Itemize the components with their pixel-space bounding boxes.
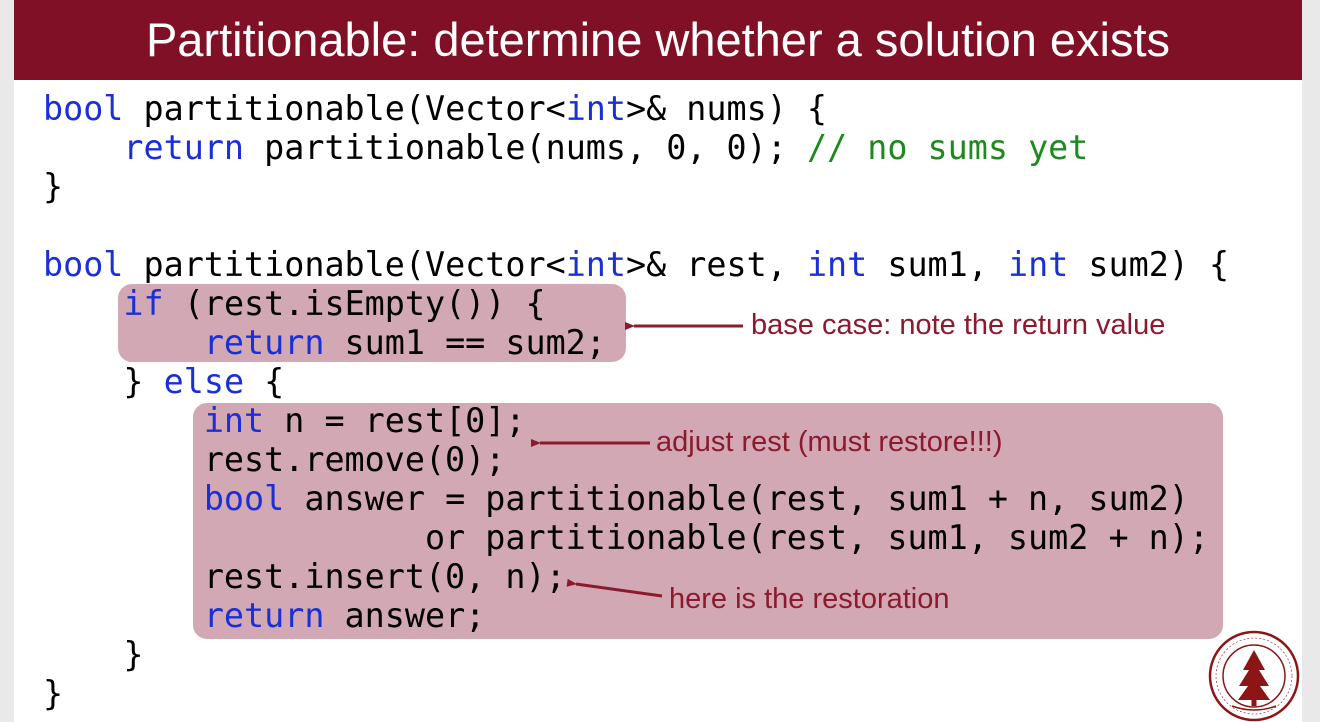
- annotation-arrows: [531, 322, 743, 598]
- adjust-rest-annotation: adjust rest (must restore!!!): [656, 426, 1003, 458]
- base-case-annotation: base case: note the return value: [751, 309, 1166, 341]
- restoration-annotation: here is the restoration: [669, 583, 950, 615]
- restoration-arrow: [566, 578, 663, 598]
- stanford-seal-icon: [1208, 630, 1300, 722]
